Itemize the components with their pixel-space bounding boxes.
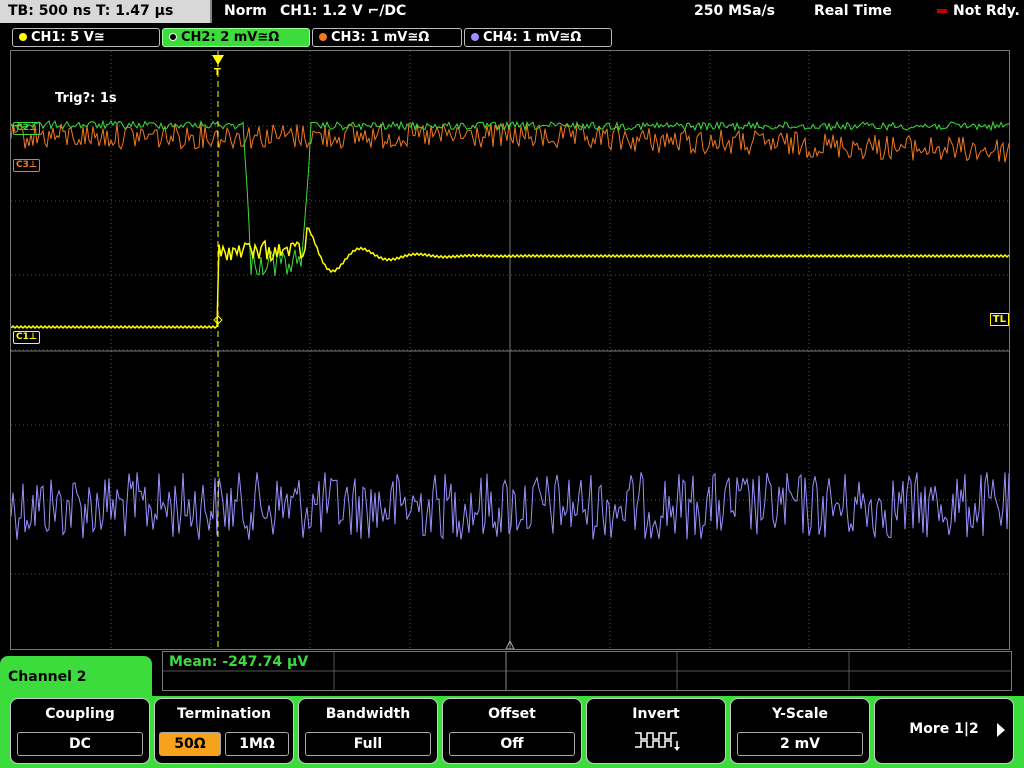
termination-1mohm[interactable]: 1MΩ	[225, 732, 289, 756]
trigger-mode[interactable]: Norm	[224, 0, 267, 23]
softkey-bar: Coupling DC Termination 50Ω 1MΩ Bandwidt…	[0, 696, 1024, 768]
yscale-softkey[interactable]: Y-Scale 2 mV	[730, 698, 870, 764]
bandwidth-value[interactable]: Full	[305, 732, 431, 756]
tab-ch1-label: CH1: 5 V≅	[31, 30, 105, 45]
offset-value[interactable]: Off	[449, 732, 575, 756]
ch4-dot-icon	[471, 32, 479, 41]
offset-softkey[interactable]: Offset Off	[442, 698, 582, 764]
ch1-dot-icon	[19, 32, 27, 41]
waveform-grid: T	[11, 51, 1009, 649]
trigger-timeout-label: Trig?: 1s	[55, 91, 117, 106]
timebase-readout[interactable]: TB: 500 ns T: 1.47 µs	[0, 0, 212, 23]
coupling-label: Coupling	[45, 706, 115, 722]
tab-ch4[interactable]: CH4: 1 mV≅Ω	[464, 28, 612, 47]
trigger-level-marker[interactable]: TL	[989, 313, 1009, 326]
ch1-offset-marker[interactable]: C1⊥	[13, 331, 41, 344]
acquisition-status: Not Rdy.	[937, 0, 1020, 23]
invert-waveform-icon	[635, 732, 680, 751]
tab-ch3[interactable]: CH3: 1 mV≅Ω	[312, 28, 462, 47]
termination-50ohm[interactable]: 50Ω	[159, 732, 221, 756]
ch2-dot-icon	[169, 32, 177, 41]
sample-rate: 250 MSa/s	[694, 3, 776, 19]
waveform-display[interactable]: T Trig?: 1s C2⊥ C3⊥ C1⊥ TL	[10, 50, 1010, 650]
measurement-bar: Mean: -247.74 µV	[162, 651, 1012, 691]
termination-softkey[interactable]: Termination 50Ω 1MΩ	[154, 698, 294, 764]
tab-ch2-label: CH2: 2 mV≅Ω	[181, 30, 280, 45]
invert-softkey[interactable]: Invert	[586, 698, 726, 764]
ch3-dot-icon	[319, 32, 327, 41]
tab-ch2[interactable]: CH2: 2 mV≅Ω	[162, 28, 310, 47]
mean-measurement[interactable]: Mean: -247.74 µV	[169, 654, 308, 670]
ch3-offset-marker[interactable]: C3⊥	[13, 159, 41, 172]
chevron-right-icon	[997, 723, 1005, 737]
status-bar: TB: 500 ns T: 1.47 µs Norm CH1: 1.2 V ⌐/…	[0, 0, 1024, 24]
bandwidth-label: Bandwidth	[325, 706, 411, 722]
yscale-label: Y-Scale	[771, 706, 828, 722]
more-label: More 1|2	[909, 721, 979, 737]
channel-bar: CH1: 5 V≅ CH2: 2 mV≅Ω CH3: 1 mV≅Ω CH4: 1…	[0, 26, 1024, 48]
offset-label: Offset	[488, 706, 536, 722]
trigger-source[interactable]: CH1: 1.2 V ⌐/DC	[280, 0, 406, 23]
ch2-offset-marker[interactable]: C2⊥	[13, 122, 41, 135]
tab-ch1[interactable]: CH1: 5 V≅	[12, 28, 160, 47]
trigger-position-arrow-icon[interactable]	[212, 55, 224, 65]
yscale-value[interactable]: 2 mV	[737, 732, 863, 756]
menu-title: Channel 2	[0, 656, 152, 696]
tab-ch4-label: CH4: 1 mV≅Ω	[483, 30, 582, 45]
coupling-softkey[interactable]: Coupling DC	[10, 698, 150, 764]
svg-text:T: T	[214, 67, 221, 78]
bandwidth-softkey[interactable]: Bandwidth Full	[298, 698, 438, 764]
termination-label: Termination	[177, 706, 271, 722]
more-softkey[interactable]: More 1|2	[874, 698, 1014, 764]
coupling-value[interactable]: DC	[17, 732, 143, 756]
invert-label: Invert	[632, 706, 680, 722]
tab-ch3-label: CH3: 1 mV≅Ω	[331, 30, 430, 45]
acquisition-mode[interactable]: Real Time	[814, 0, 892, 23]
